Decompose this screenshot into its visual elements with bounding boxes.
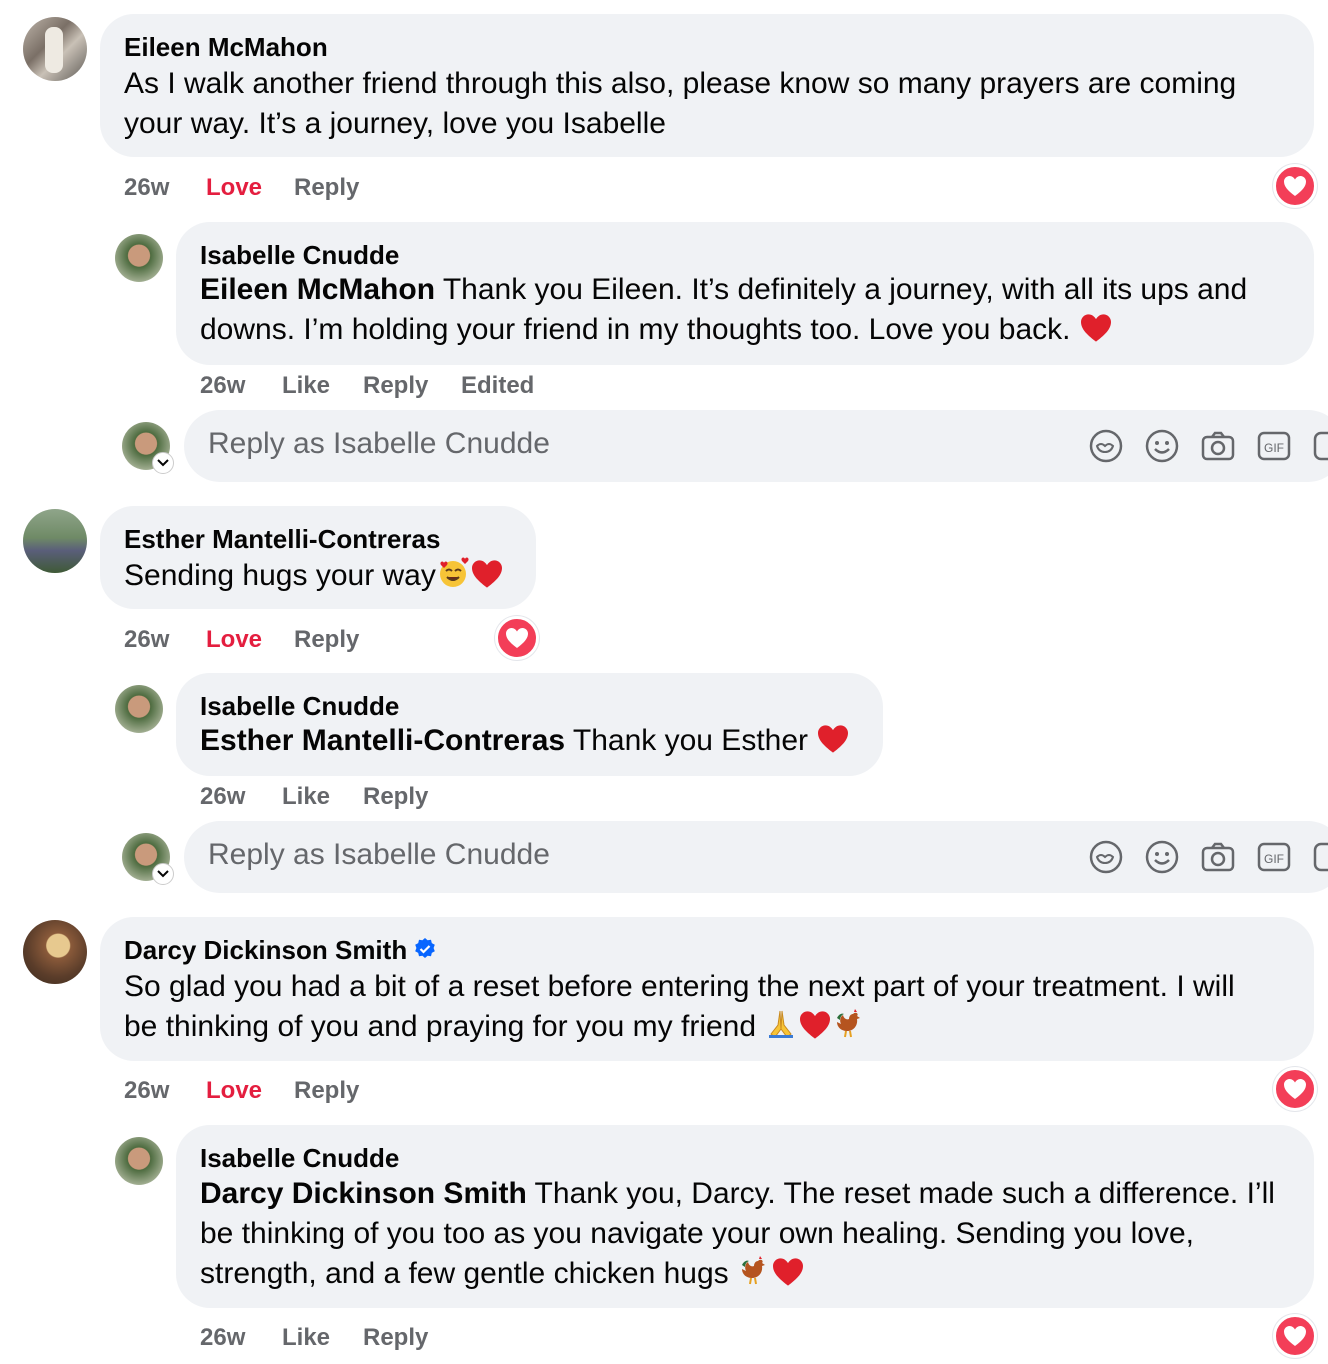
avatar-esther[interactable] — [23, 509, 87, 573]
comment-bubble: Isabelle Cnudde Darcy Dickinson Smith Th… — [176, 1125, 1314, 1308]
comment-text: Eileen McMahon Thank you Eileen. It’s de… — [200, 270, 1247, 350]
reply-button[interactable]: Reply — [363, 372, 428, 400]
red-heart-emoji-icon — [818, 725, 849, 753]
avatar-sticker-icon[interactable] — [1088, 428, 1124, 464]
love-button[interactable]: Love — [206, 626, 262, 654]
mention-link[interactable]: Esther Mantelli-Contreras — [200, 724, 565, 757]
svg-text:GIF: GIF — [1264, 441, 1284, 455]
comment-time[interactable]: 26w — [200, 783, 245, 811]
camera-icon[interactable] — [1200, 428, 1236, 464]
like-button[interactable]: Like — [282, 372, 330, 400]
like-button[interactable]: Like — [282, 1324, 330, 1352]
comment-time[interactable]: 26w — [200, 372, 245, 400]
heart-icon[interactable] — [495, 616, 539, 660]
red-heart-emoji-icon — [800, 1011, 831, 1039]
reply-button[interactable]: Reply — [294, 626, 359, 654]
reply-input[interactable]: Reply as Isabelle Cnudde GIF — [184, 821, 1328, 893]
avatar-darcy[interactable] — [23, 920, 87, 984]
avatar-eileen[interactable] — [23, 17, 87, 81]
comment-bubble: Esther Mantelli-Contreras Sending hugs y… — [100, 506, 536, 609]
comment-text-line: Sending hugs your way — [124, 559, 436, 592]
edited-label: Edited — [461, 372, 535, 399]
comment-author[interactable]: Isabelle Cnudde — [200, 240, 399, 271]
smiling-face-with-hearts-emoji-icon — [439, 557, 469, 587]
comment-author[interactable]: Darcy Dickinson Smith — [124, 935, 437, 966]
red-heart-emoji-icon — [773, 1258, 804, 1286]
comment-author[interactable]: Isabelle Cnudde — [200, 691, 399, 722]
comment-bubble: Darcy Dickinson Smith So glad you had a … — [100, 917, 1314, 1061]
verified-badge-icon — [415, 938, 436, 958]
chevron-down-icon[interactable] — [152, 452, 174, 474]
avatar-isabelle[interactable] — [115, 685, 163, 733]
love-button[interactable]: Love — [206, 1077, 262, 1105]
comment-text-line: be thinking of you too as you navigate y… — [200, 1217, 1195, 1250]
comment-text-line: As I walk another friend through this al… — [124, 67, 1237, 100]
love-button[interactable]: Love — [206, 174, 262, 202]
comment-text: As I walk another friend through this al… — [124, 64, 1236, 144]
comment-author[interactable]: Eileen McMahon — [124, 32, 328, 63]
comment-text-line: Thank you Eileen. It’s definitely a jour… — [435, 273, 1248, 306]
red-heart-emoji-icon — [1080, 314, 1111, 342]
avatar-isabelle[interactable] — [115, 1137, 163, 1185]
comment-time[interactable]: 26w — [124, 626, 169, 654]
avatar-isabelle[interactable] — [115, 234, 163, 282]
comment-bubble: Eileen McMahon As I walk another friend … — [100, 14, 1314, 157]
comment-text-line: Thank you Esther — [565, 724, 817, 757]
reply-button[interactable]: Reply — [363, 783, 428, 811]
reply-placeholder: Reply as Isabelle Cnudde — [208, 427, 550, 460]
gif-icon[interactable]: GIF — [1256, 428, 1292, 464]
comment-bubble: Isabelle Cnudde Eileen McMahon Thank you… — [176, 222, 1314, 365]
comment-time[interactable]: 26w — [124, 174, 169, 202]
avatar-sticker-icon[interactable] — [1088, 839, 1124, 875]
comment-author-name[interactable]: Darcy Dickinson Smith — [124, 935, 407, 965]
reply-placeholder: Reply as Isabelle Cnudde — [208, 838, 550, 871]
like-button[interactable]: Like — [282, 783, 330, 811]
comment-text-line: your way. It’s a journey, love you Isabe… — [124, 107, 666, 140]
reply-input[interactable]: Reply as Isabelle Cnudde GIF — [184, 410, 1328, 482]
svg-text:GIF: GIF — [1264, 852, 1284, 866]
mention-link[interactable]: Eileen McMahon — [200, 273, 435, 306]
comment-author[interactable]: Esther Mantelli-Contreras — [124, 524, 440, 555]
gif-icon[interactable]: GIF — [1256, 839, 1292, 875]
mention-link[interactable]: Darcy Dickinson Smith — [200, 1177, 527, 1210]
comment-text: Darcy Dickinson Smith Thank you, Darcy. … — [200, 1174, 1275, 1294]
emoji-icon[interactable] — [1144, 428, 1180, 464]
folded-hands-emoji-icon — [769, 1010, 794, 1038]
heart-icon[interactable] — [1273, 1314, 1317, 1358]
comment-text: So glad you had a bit of a reset before … — [124, 967, 1235, 1047]
comment-text: Sending hugs your way — [124, 556, 504, 596]
camera-icon[interactable] — [1200, 839, 1236, 875]
comment-text-line: Thank you, Darcy. The reset made such a … — [526, 1177, 1275, 1210]
rooster-emoji-icon — [742, 1256, 766, 1285]
comment-text: Esther Mantelli-Contreras Thank you Esth… — [200, 721, 850, 761]
comment-text-line: So glad you had a bit of a reset before … — [124, 970, 1235, 1003]
comment-text-line: downs. I’m holding your friend in my tho… — [200, 313, 1079, 346]
reply-button[interactable]: Reply — [294, 1077, 359, 1105]
reply-button[interactable]: Reply — [363, 1324, 428, 1352]
sticker-icon[interactable] — [1312, 428, 1328, 464]
red-heart-emoji-icon — [471, 560, 502, 588]
heart-icon[interactable] — [1273, 1067, 1317, 1111]
heart-icon[interactable] — [1273, 164, 1317, 208]
sticker-icon[interactable] — [1312, 839, 1328, 875]
comment-text-line: be thinking of you and praying for you m… — [124, 1010, 765, 1043]
comment-text-line: strength, and a few gentle chicken hugs — [200, 1257, 738, 1290]
rooster-emoji-icon — [837, 1009, 861, 1038]
chevron-down-icon[interactable] — [152, 863, 174, 885]
reply-button[interactable]: Reply — [294, 174, 359, 202]
comment-author[interactable]: Isabelle Cnudde — [200, 1143, 399, 1174]
comment-time[interactable]: 26w — [200, 1324, 245, 1352]
emoji-icon[interactable] — [1144, 839, 1180, 875]
comment-bubble: Isabelle Cnudde Esther Mantelli-Contrera… — [176, 673, 883, 776]
comment-time[interactable]: 26w — [124, 1077, 169, 1105]
